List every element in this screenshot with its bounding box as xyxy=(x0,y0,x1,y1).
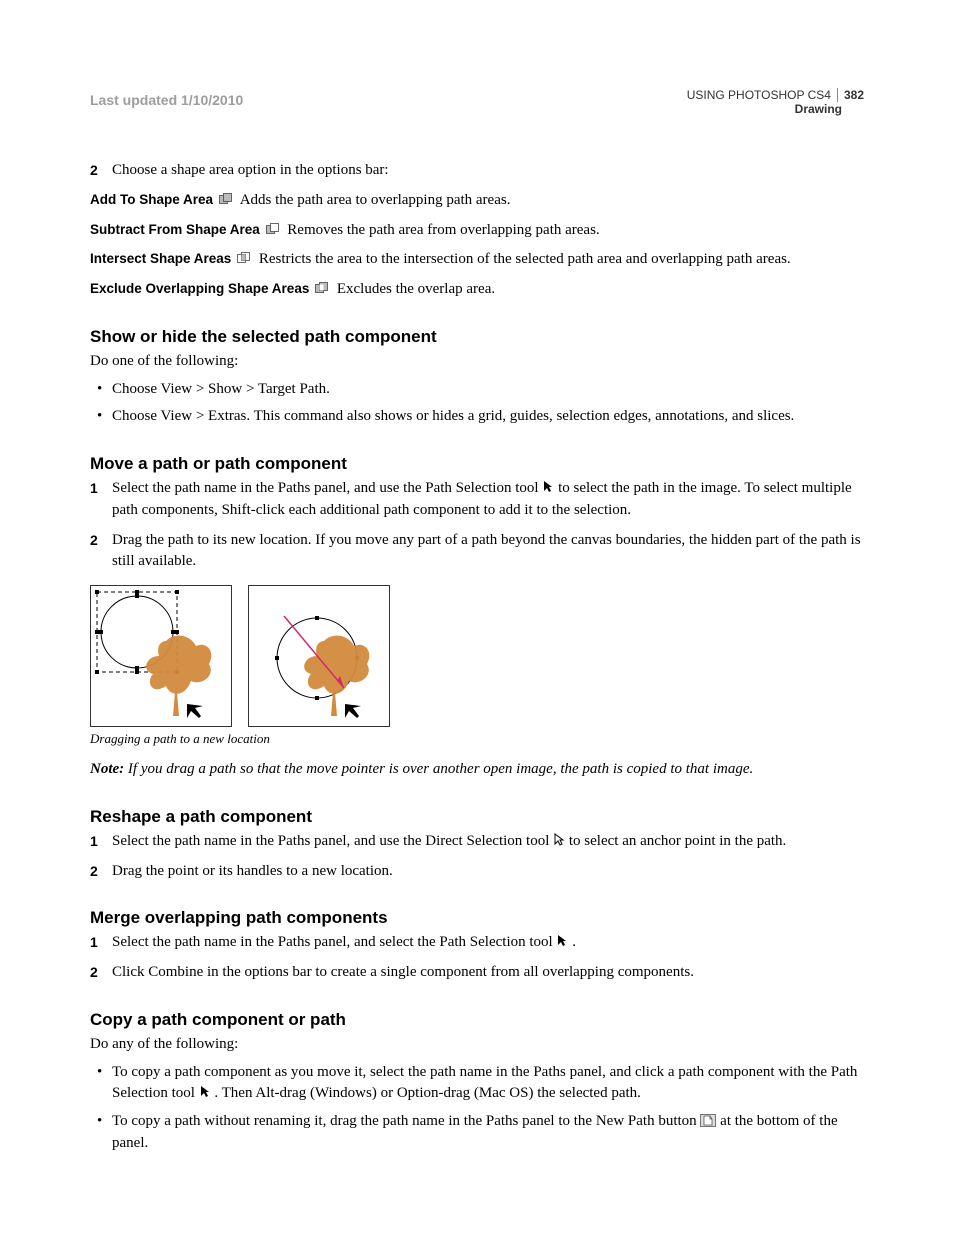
figure-caption: Dragging a path to a new location xyxy=(90,731,864,747)
new-path-button-icon xyxy=(700,1113,716,1126)
step-text: Select the path name in the Paths panel,… xyxy=(112,831,786,853)
list-item: 2 Drag the point or its handles to a new… xyxy=(90,861,864,883)
list-item: To copy a path without renaming it, drag… xyxy=(112,1111,864,1155)
path-selection-tool-icon xyxy=(556,934,568,948)
bullet-list: To copy a path component as you move it,… xyxy=(90,1062,864,1155)
exclude-shape-icon xyxy=(315,280,329,292)
lead-text: Do any of the following: xyxy=(90,1034,864,1056)
header-right: USING PHOTOSHOP CS4 382 Drawing xyxy=(687,88,864,116)
content: 2 Choose a shape area option in the opti… xyxy=(90,160,864,1155)
definition-label: Subtract From Shape Area xyxy=(90,222,260,237)
note-label: Note: xyxy=(90,761,124,777)
list-item: 1 Select the path name in the Paths pane… xyxy=(90,478,864,522)
heading-copy: Copy a path component or path xyxy=(90,1010,864,1030)
definition-desc: Restricts the area to the intersection o… xyxy=(259,251,791,267)
list-item: Choose View > Extras. This command also … xyxy=(112,406,864,428)
step-number: 1 xyxy=(90,478,112,522)
definition-label: Intersect Shape Areas xyxy=(90,251,231,266)
step-number: 1 xyxy=(90,831,112,853)
list-item: 1 Select the path name in the Paths pane… xyxy=(90,932,864,954)
text-fragment: Select the path name in the Paths panel,… xyxy=(112,934,556,950)
definition-desc: Adds the path area to overlapping path a… xyxy=(240,192,511,208)
figure xyxy=(90,585,864,727)
definition-line: Add To Shape Area Adds the path area to … xyxy=(90,190,864,212)
note-text: If you drag a path so that the move poin… xyxy=(124,761,753,777)
definition-desc: Removes the path area from overlapping p… xyxy=(287,222,599,238)
step-text: Drag the point or its handles to a new l… xyxy=(112,861,393,883)
definition-line: Subtract From Shape Area Removes the pat… xyxy=(90,220,864,242)
bullet-list: Choose View > Show > Target Path. Choose… xyxy=(90,379,864,429)
definition-line: Intersect Shape Areas Restricts the area… xyxy=(90,249,864,271)
definition-desc: Excludes the overlap area. xyxy=(337,281,495,297)
list-item: 1 Select the path name in the Paths pane… xyxy=(90,831,864,853)
lead-text: Do one of the following: xyxy=(90,351,864,373)
step-text: Select the path name in the Paths panel,… xyxy=(112,478,864,522)
list-item: 2 Click Combine in the options bar to cr… xyxy=(90,962,864,984)
text-fragment: . xyxy=(568,934,576,950)
last-updated: Last updated 1/10/2010 xyxy=(90,92,243,108)
intersect-shape-icon xyxy=(237,250,251,262)
text-fragment: . Then Alt-drag (Windows) or Option-drag… xyxy=(211,1085,641,1101)
step-number: 2 xyxy=(90,160,112,182)
page-number: 382 xyxy=(844,88,864,102)
heading-move: Move a path or path component xyxy=(90,454,864,474)
step-text: Select the path name in the Paths panel,… xyxy=(112,932,576,954)
path-selection-tool-icon xyxy=(542,480,554,494)
text-fragment: To copy a path without renaming it, drag… xyxy=(112,1113,700,1129)
step-number: 2 xyxy=(90,861,112,883)
text-fragment: Select the path name in the Paths panel,… xyxy=(112,480,542,496)
section-name: Drawing xyxy=(687,102,864,116)
direct-selection-tool-icon xyxy=(553,833,565,847)
step-text: Choose a shape area option in the option… xyxy=(112,160,389,182)
step-text: Drag the path to its new location. If yo… xyxy=(112,530,864,574)
list-item: To copy a path component as you move it,… xyxy=(112,1062,864,1106)
note: Note: If you drag a path so that the mov… xyxy=(90,759,864,781)
step-number: 2 xyxy=(90,530,112,574)
heading-show-hide: Show or hide the selected path component xyxy=(90,327,864,347)
product-name: USING PHOTOSHOP CS4 xyxy=(687,88,831,102)
header-divider xyxy=(837,88,838,102)
path-selection-tool-icon xyxy=(199,1085,211,1099)
subtract-shape-icon xyxy=(266,221,280,233)
list-item: Choose View > Show > Target Path. xyxy=(112,379,864,401)
text-fragment: to select an anchor point in the path. xyxy=(565,833,786,849)
step-number: 1 xyxy=(90,932,112,954)
list-item: 2 Choose a shape area option in the opti… xyxy=(90,160,864,182)
heading-reshape: Reshape a path component xyxy=(90,807,864,827)
step-number: 2 xyxy=(90,962,112,984)
heading-merge: Merge overlapping path components xyxy=(90,908,864,928)
definition-line: Exclude Overlapping Shape Areas Excludes… xyxy=(90,279,864,301)
list-item: 2 Drag the path to its new location. If … xyxy=(90,530,864,574)
figure-panel-1 xyxy=(90,585,232,727)
figure-panel-2 xyxy=(248,585,390,727)
add-shape-icon xyxy=(219,191,233,203)
step-text: Click Combine in the options bar to crea… xyxy=(112,962,694,984)
document-page: Last updated 1/10/2010 USING PHOTOSHOP C… xyxy=(0,0,954,1235)
definition-label: Add To Shape Area xyxy=(90,192,213,207)
definition-label: Exclude Overlapping Shape Areas xyxy=(90,281,309,296)
text-fragment: Select the path name in the Paths panel,… xyxy=(112,833,553,849)
